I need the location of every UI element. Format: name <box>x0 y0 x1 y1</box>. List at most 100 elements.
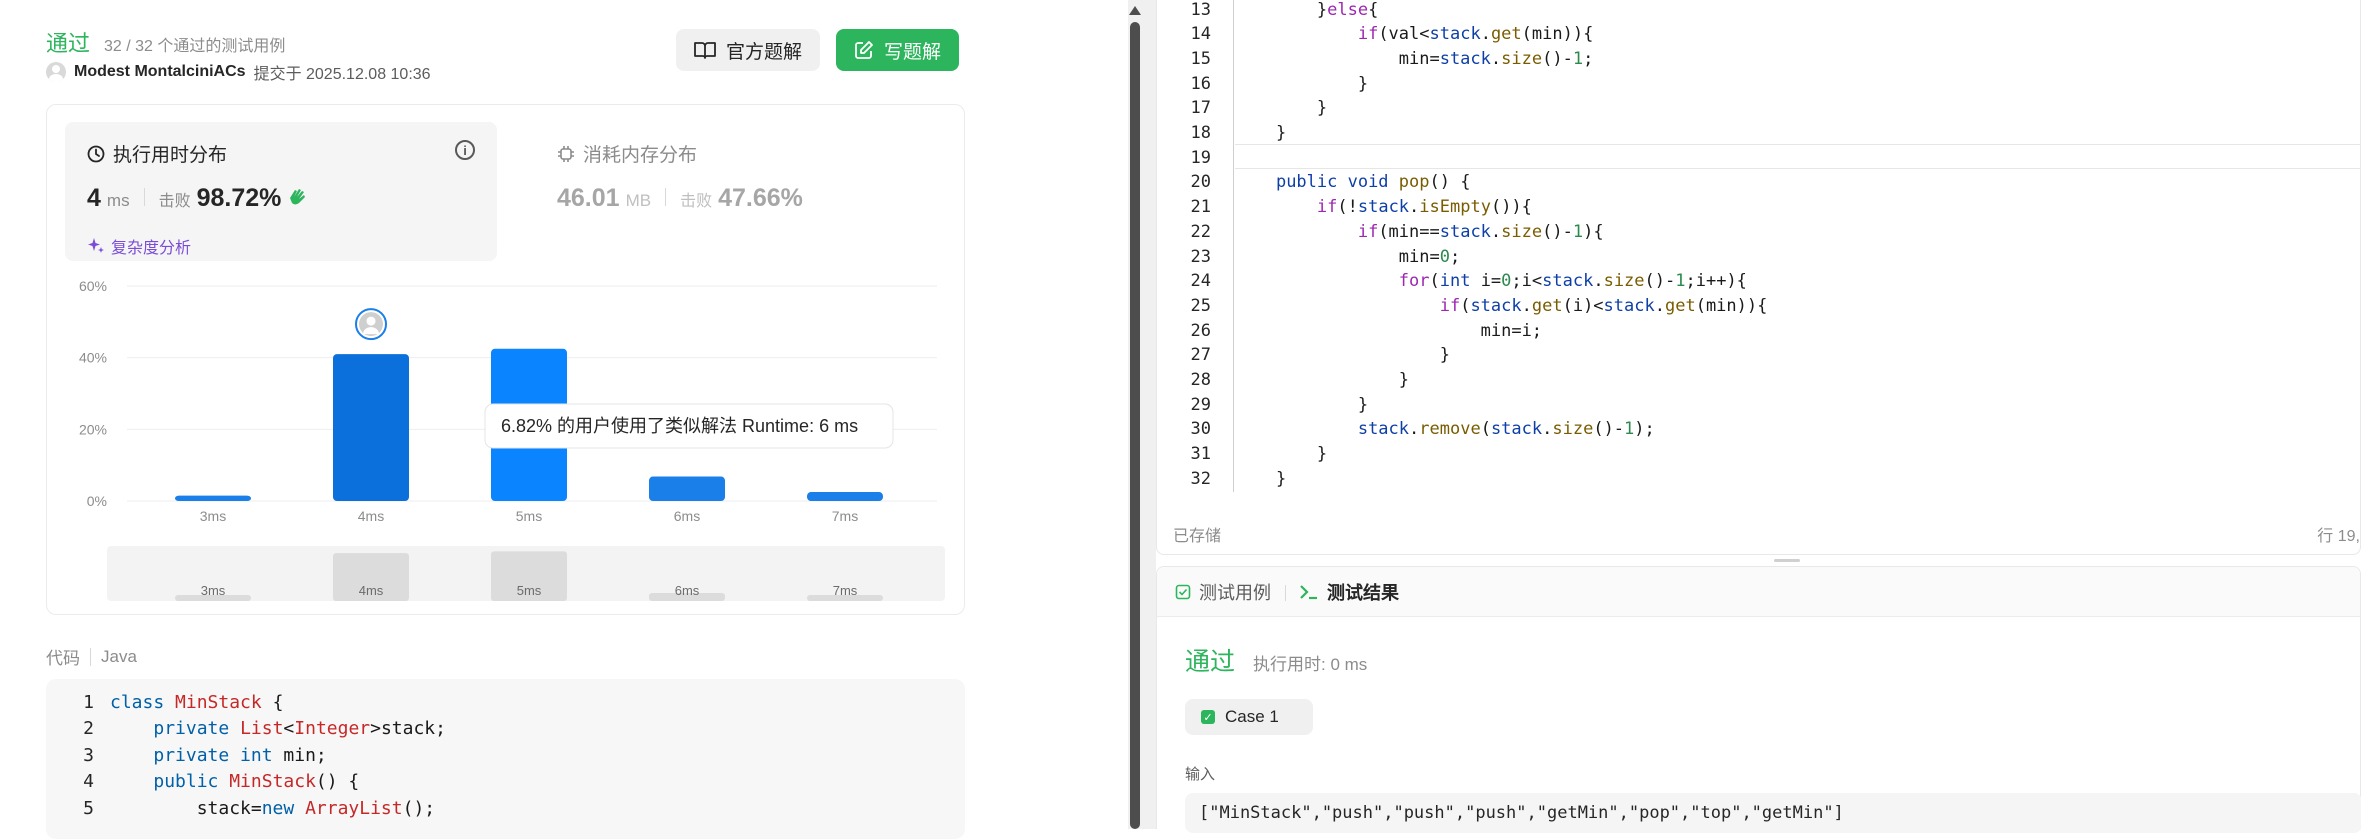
editor-line: 30 stack.remove(stack.size()-1); <box>1157 417 2361 442</box>
line-number: 19 <box>1190 147 1211 168</box>
case-label: Case 1 <box>1225 707 1279 726</box>
tab-test-cases[interactable]: 测试用例 <box>1175 579 1271 605</box>
code-line: 1 class MinStack { <box>46 689 283 715</box>
official-solution-button[interactable]: 官方题解 <box>676 29 821 71</box>
code-token: if <box>1357 24 1379 45</box>
line-number: 22 <box>1190 221 1211 242</box>
divider <box>665 188 667 206</box>
editor-line: 18 } <box>1157 121 2361 146</box>
code-token: pop <box>1398 172 1430 193</box>
write-solution-button[interactable]: 写题解 <box>836 29 960 71</box>
editor-line: 22 if(min==stack.size()-1){ <box>1157 219 2361 244</box>
y-tick-label: 0% <box>87 493 107 509</box>
case-1-tab[interactable]: ✓ Case 1 <box>1185 699 1313 735</box>
chart-bar <box>649 476 725 501</box>
line-code: } <box>1235 74 1368 94</box>
code-token: size <box>1501 48 1543 69</box>
line-code: } <box>1235 345 1450 365</box>
divider <box>1285 585 1286 601</box>
runtime-distribution-chart[interactable]: 0% 20% 40% 60% 3ms 4ms 5ms 6ms 7ms 3ms 4ms 5ms 6ms 7m… <box>47 265 966 616</box>
avatar[interactable] <box>46 62 66 82</box>
editor-line: 32 } <box>1157 466 2361 491</box>
scrollbar[interactable] <box>1130 22 1140 829</box>
line-code: min=stack.size()-1; <box>1235 48 1594 69</box>
tab-test-results[interactable]: 测试结果 <box>1299 579 1399 605</box>
editor-line: 21 if(!stack.isEmpty()){ <box>1157 195 2361 220</box>
code-token: public <box>153 771 230 792</box>
line-code: min=0; <box>1235 247 1460 267</box>
complexity-label: 复杂度分析 <box>111 240 192 257</box>
code-token: ()- <box>1542 48 1573 69</box>
runtime-value: 4 <box>87 184 101 212</box>
code-token: 0 <box>1501 271 1512 292</box>
scroll-up-arrow[interactable] <box>1129 6 1141 15</box>
code-token: 1 <box>1675 271 1686 292</box>
line-code: } <box>1235 395 1368 415</box>
code-token: if <box>1357 221 1379 242</box>
code-token: min= <box>1235 246 1440 267</box>
line-code: if(!stack.isEmpty()){ <box>1235 197 1532 217</box>
overview-tick-label: 3ms <box>201 583 226 598</box>
runtime-beat-label: 击败 <box>158 193 191 210</box>
code-label: 代码 <box>46 649 80 668</box>
editor-line: 20 public void pop() { <box>1157 170 2361 195</box>
line-number: 1 <box>83 691 94 713</box>
code-token: ); <box>1634 419 1655 440</box>
code-token: . <box>1409 419 1420 440</box>
code-token: isEmpty <box>1419 197 1491 218</box>
input-value[interactable]: ["MinStack","push","push","push","getMin… <box>1185 793 2361 833</box>
code-token: Integer <box>294 718 371 739</box>
info-icon[interactable]: i <box>455 140 475 160</box>
code-token: () { <box>315 771 360 792</box>
official-solution-label: 官方题解 <box>726 41 803 63</box>
line-code: } <box>1235 98 1327 118</box>
author-row: Modest MontalciniACs 提交于 2025.12.08 10:3… <box>46 60 431 84</box>
code-token: (); <box>402 797 436 819</box>
code-line: 2 private List < Integer >stack; <box>46 716 446 742</box>
checkbox-icon <box>1175 584 1191 600</box>
editor-line: 17 } <box>1157 96 2361 121</box>
clap-hands-icon <box>290 189 306 205</box>
sparkle-icon <box>88 238 104 253</box>
vertical-resize-handle[interactable] <box>1774 559 1800 562</box>
memory-unit: MB <box>625 191 652 210</box>
code-token: size <box>1603 271 1645 292</box>
complexity-analysis-link[interactable]: 复杂度分析 <box>87 234 191 258</box>
submitted-code-block[interactable]: 1 class MinStack {2 private List < Integer >… <box>46 679 965 839</box>
result-status: 通过 <box>1185 648 1236 676</box>
code-token: ArrayList <box>305 797 403 819</box>
editor-line: 13 }else{ <box>1157 0 2361 22</box>
code-token: ()- <box>1644 271 1676 292</box>
author-name[interactable]: Modest MontalciniACs <box>74 63 246 81</box>
editor-line: 16 } <box>1157 71 2361 96</box>
editor-line: 23 min=0; <box>1157 244 2361 269</box>
passed-count: 32 / 32 个通过的测试用例 <box>104 38 286 55</box>
x-tick-label: 3ms <box>200 508 226 524</box>
code-token: ( <box>1480 419 1491 440</box>
code-token: 0 <box>1439 246 1450 267</box>
write-solution-label: 写题解 <box>884 41 942 63</box>
test-pane: 测试用例 测试结果 通过 执行用时: 0 ms ✓ Case 1 输入 ["Mi… <box>1156 566 2361 833</box>
line-number: 20 <box>1190 172 1211 193</box>
x-tick-label: 4ms <box>358 508 384 524</box>
code-token: stack <box>1603 295 1655 316</box>
code-token: < <box>283 718 295 739</box>
memory-title-text: 消耗内存分布 <box>583 145 698 166</box>
code-editor[interactable]: 13 }else{14 if(val<stack.get(min)){15 mi… <box>1156 0 2361 555</box>
code-token: remove <box>1419 419 1481 440</box>
code-line: 5 stack= new ArrayList (); <box>46 795 435 821</box>
memory-beat-value: 47.66% <box>718 184 803 212</box>
code-token: 1 <box>1624 419 1635 440</box>
memory-box[interactable]: 消耗内存分布 46.01 MB 击败 47.66% <box>535 122 935 261</box>
memory-value: 46.01 <box>557 184 620 212</box>
code-token: { <box>261 691 284 713</box>
code-token: (! <box>1337 197 1358 218</box>
code-token: min= <box>1235 48 1440 69</box>
line-number: 31 <box>1190 444 1211 465</box>
line-number: 4 <box>83 771 94 792</box>
runtime-box[interactable]: 执行用时分布 i 4 ms 击败 98.72% 复杂度分析 <box>65 122 497 261</box>
editor-line: 28 } <box>1157 368 2361 393</box>
